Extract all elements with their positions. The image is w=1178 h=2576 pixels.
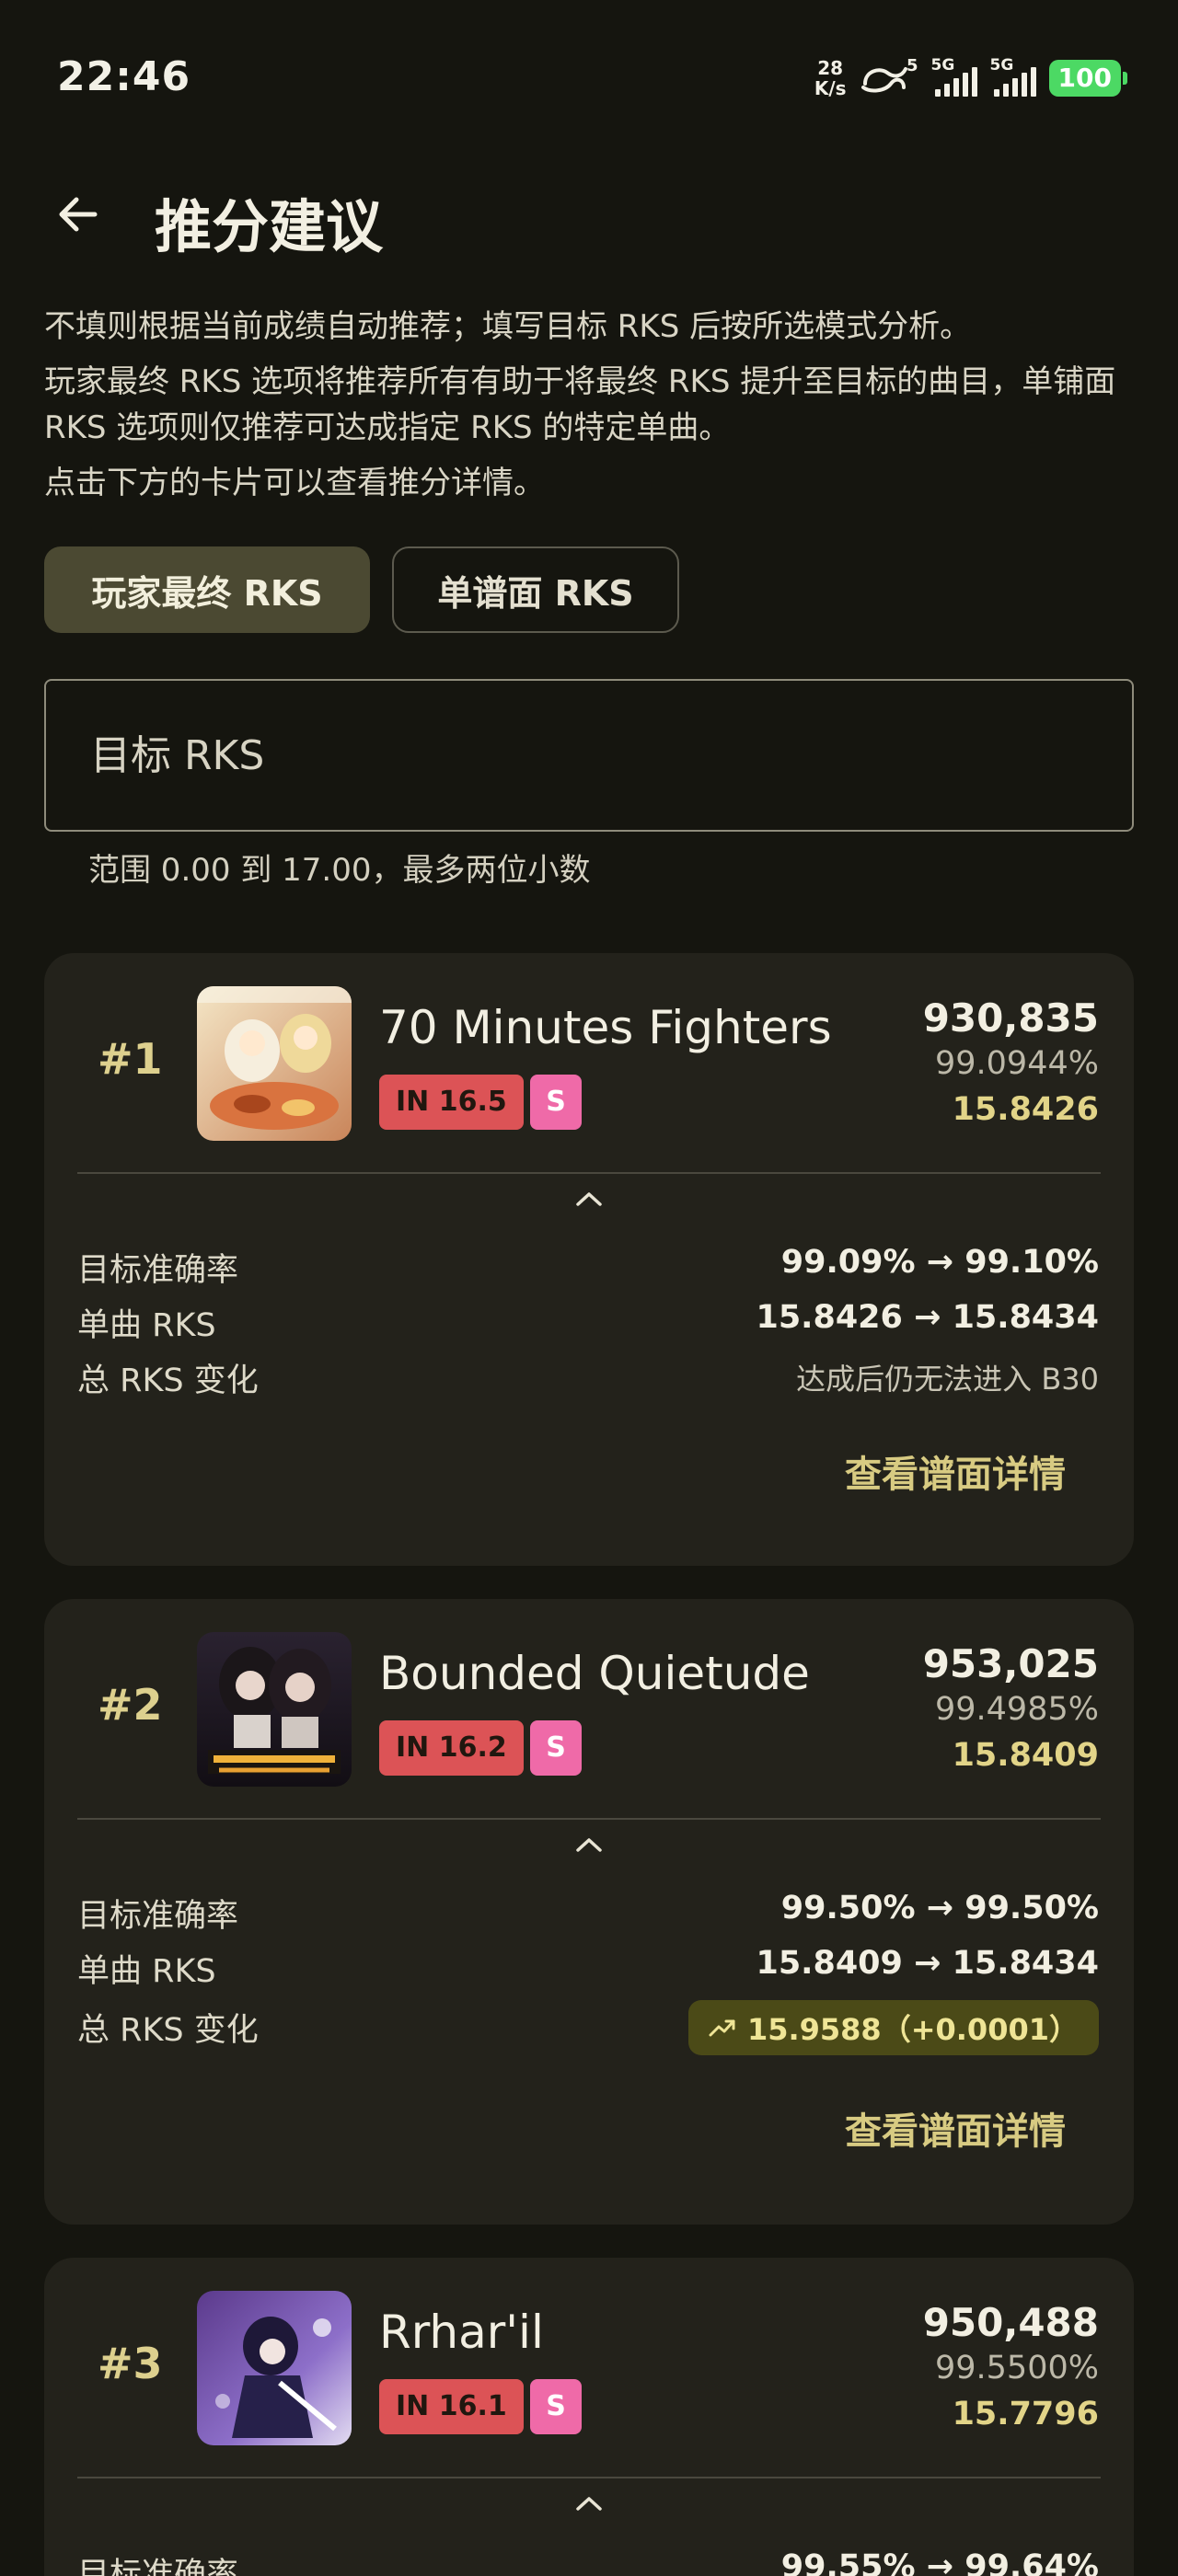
song-cover-image: [197, 1632, 352, 1787]
signal-label: 5G: [930, 56, 955, 75]
network-speed-value: 28: [817, 57, 844, 79]
total-rks-change-label: 总 RKS 变化: [77, 2012, 259, 2049]
song-title: 70 Minutes Fighters: [379, 1001, 832, 1054]
back-button[interactable]: [48, 184, 109, 245]
status-time: 22:46: [57, 53, 191, 100]
target-accuracy-label: 目标准确率: [77, 1898, 239, 1935]
total-rks-change-value: 15.9588（+0.0001）: [746, 2012, 1079, 2047]
arrow-left-icon: [59, 197, 98, 232]
chevron-up-icon[interactable]: [572, 1185, 606, 1213]
hd-call-icon: 5: [860, 56, 918, 97]
signal-icon-1: 5G: [931, 56, 977, 97]
card-rank: #2: [98, 1680, 163, 1730]
description-line-3: 点击下方的卡片可以查看推分详情。: [44, 465, 545, 501]
grade-badge: S: [530, 2379, 582, 2434]
hd-label: 5: [907, 56, 918, 75]
network-speed-unit: K/s: [814, 77, 847, 99]
divider: [77, 1818, 1101, 1820]
total-rks-change-chip: 15.9588（+0.0001）: [687, 2000, 1099, 2055]
grade-badge: S: [530, 1075, 582, 1130]
song-cover-image: [197, 986, 352, 1141]
recommendation-card[interactable]: #1 70 Minutes Fighters IN 16.5 S 930,835…: [44, 953, 1134, 1566]
description-line-2: 玩家最终 RKS 选项将推荐所有有助于将最终 RKS 提升至目标的曲目，单铺面 …: [44, 363, 1116, 446]
battery-indicator: 100: [1048, 60, 1128, 97]
song-title: Rrhar'il: [379, 2306, 544, 2359]
song-rks: 15.7796: [952, 2396, 1099, 2432]
signal-icon-2: 5G: [990, 56, 1036, 97]
song-score: 950,488: [922, 2300, 1099, 2345]
target-rks-hint: 范围 0.00 到 17.00，最多两位小数: [88, 852, 591, 889]
song-rks: 15.8409: [952, 1737, 1099, 1774]
recommendation-card[interactable]: #2 Bounded Quietude IN 16.2 S 953,025 99…: [44, 1599, 1134, 2225]
target-accuracy-value: 99.50% → 99.50%: [780, 1890, 1099, 1926]
grade-badge: S: [530, 1720, 582, 1776]
network-speed: 28 K/s: [814, 58, 847, 98]
chevron-up-icon[interactable]: [572, 2490, 606, 2517]
difficulty-level-badge: IN 16.5: [379, 1075, 524, 1130]
song-accuracy: 99.4985%: [935, 1691, 1099, 1728]
chevron-up-icon[interactable]: [572, 1831, 606, 1858]
mode-player-final-rks-button[interactable]: 玩家最终 RKS: [44, 546, 370, 633]
difficulty-level-badge: IN 16.2: [379, 1720, 524, 1776]
view-chart-detail-link[interactable]: 查看谱面详情: [845, 1444, 1066, 1498]
card-rank: #3: [98, 2339, 163, 2388]
song-score: 930,835: [922, 995, 1099, 1041]
song-score: 953,025: [922, 1641, 1099, 1686]
total-rks-change-note: 达成后仍无法进入 B30: [796, 1362, 1099, 1397]
trending-up-icon: [709, 2019, 735, 2037]
divider: [77, 1172, 1101, 1174]
target-accuracy-label: 目标准确率: [77, 2557, 239, 2576]
signal-label: 5G: [989, 56, 1014, 75]
single-rks-label: 单曲 RKS: [77, 1307, 216, 1344]
song-accuracy: 99.5500%: [935, 2350, 1099, 2386]
song-accuracy: 99.0944%: [935, 1045, 1099, 1082]
single-rks-value: 15.8426 → 15.8434: [756, 1299, 1099, 1336]
target-accuracy-value: 99.09% → 99.10%: [780, 1244, 1099, 1281]
target-accuracy-value: 99.55% → 99.64%: [780, 2548, 1099, 2576]
target-accuracy-label: 目标准确率: [77, 1252, 239, 1289]
target-rks-input[interactable]: [44, 679, 1134, 832]
song-rks: 15.8426: [952, 1091, 1099, 1128]
difficulty-level-badge: IN 16.1: [379, 2379, 524, 2434]
card-rank: #1: [98, 1034, 163, 1084]
status-icons: 28 K/s 5 5G 5G 100: [814, 55, 1128, 101]
divider: [77, 2477, 1101, 2478]
recommendation-card[interactable]: #3 Rrhar'il IN 16.1 S 950,488 99.5500% 1…: [44, 2258, 1134, 2576]
mode-single-chart-rks-button[interactable]: 单谱面 RKS: [392, 546, 679, 633]
single-rks-value: 15.8409 → 15.8434: [756, 1945, 1099, 1982]
description-line-1: 不填则根据当前成绩自动推荐；填写目标 RKS 后按所选模式分析。: [44, 308, 972, 345]
single-rks-label: 单曲 RKS: [77, 1953, 216, 1990]
page-title: 推分建议: [155, 193, 384, 260]
total-rks-change-label: 总 RKS 变化: [77, 1363, 259, 1399]
song-title: Bounded Quietude: [379, 1647, 810, 1700]
song-cover-image: [197, 2291, 352, 2445]
view-chart-detail-link[interactable]: 查看谱面详情: [845, 2101, 1066, 2155]
